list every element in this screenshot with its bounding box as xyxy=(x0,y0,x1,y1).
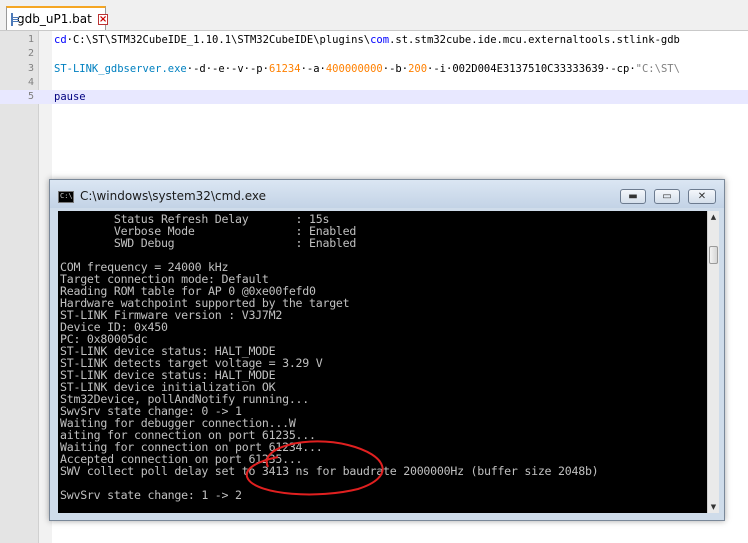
line-code: pause xyxy=(54,90,86,104)
console-output[interactable]: Status Refresh Delay : 15s Verbose Mode … xyxy=(58,211,707,513)
line-number: 5 xyxy=(27,91,34,103)
code-token: ·-a· xyxy=(300,62,326,75)
editor-line[interactable]: 3 ST-LINK_gdbserver.exe·-d·-e·-v·-p·61234… xyxy=(0,62,748,76)
file-icon xyxy=(11,12,19,26)
maximize-button[interactable]: ▭ xyxy=(654,189,680,204)
close-tab-icon[interactable]: × xyxy=(97,13,109,25)
scroll-thumb[interactable] xyxy=(709,246,718,264)
minimize-button[interactable]: ▬ xyxy=(620,189,646,204)
annotation-stroke xyxy=(245,440,384,496)
editor-line[interactable]: 5 pause xyxy=(0,90,748,105)
scroll-down-icon[interactable]: ▼ xyxy=(708,501,719,513)
file-tab-label: gdb_uP1.bat xyxy=(17,12,92,26)
code-token: 61234 xyxy=(268,62,301,75)
line-number: 1 xyxy=(27,34,34,45)
editor-line[interactable]: 1 cd·C:\ST\STM32CubeIDE_1.10.1\STM32CubeI… xyxy=(0,33,748,47)
code-token: ·-d·-e·-v·-p· xyxy=(186,62,269,75)
console-line: SwvSrv state change: 1 -> 2 xyxy=(60,488,242,502)
red-circle-annotation xyxy=(245,440,384,496)
code-token: 200 xyxy=(408,62,428,75)
code-token: "C:\ST\ xyxy=(635,62,680,75)
code-token: ST-LINK_gdbserver.exe xyxy=(54,62,187,75)
editor-line[interactable]: 2 xyxy=(0,47,748,61)
code-token: ·-i·002D004E3137510C33333639·-cp· xyxy=(427,62,636,75)
code-token: 400000000 xyxy=(325,62,383,75)
line-code: ST-LINK_gdbserver.exe·-d·-e·-v·-p·61234·… xyxy=(54,62,680,76)
code-token: pause xyxy=(54,91,86,104)
cmd-window: C:\ C:\windows\system32\cmd.exe ▬ ▭ ✕ St… xyxy=(49,179,725,521)
editor-line[interactable]: 4 xyxy=(0,76,748,90)
code-token: ·-b· xyxy=(382,62,409,75)
line-number-gutter xyxy=(0,31,39,543)
line-code: cd·C:\ST\STM32CubeIDE_1.10.1\STM32CubeID… xyxy=(54,33,680,47)
code-token: cd xyxy=(54,34,67,46)
console-line: SWD Debug : Enabled xyxy=(60,236,357,250)
code-token: com xyxy=(370,34,390,46)
line-number: 3 xyxy=(27,62,34,74)
console-scrollbar[interactable]: ▲ ▼ xyxy=(707,211,719,513)
line-number: 2 xyxy=(27,48,34,60)
window-title: C:\windows\system32\cmd.exe xyxy=(80,189,266,203)
file-tab[interactable]: gdb_uP1.bat × xyxy=(6,6,109,30)
console-icon: C:\ xyxy=(58,191,74,203)
editor-tab-bar: gdb_uP1.bat × xyxy=(0,0,748,31)
code-token: .st.stm32cube.ide.mcu.externaltools.stli… xyxy=(389,34,680,46)
code-token: ·C:\ST\STM32CubeIDE_1.10.1\STM32CubeIDE\… xyxy=(66,34,371,46)
close-button[interactable]: ✕ xyxy=(688,189,716,204)
line-number: 4 xyxy=(27,76,34,88)
scroll-up-icon[interactable]: ▲ xyxy=(708,211,719,223)
cmd-titlebar[interactable]: C:\ C:\windows\system32\cmd.exe ▬ ▭ ✕ xyxy=(50,180,724,208)
